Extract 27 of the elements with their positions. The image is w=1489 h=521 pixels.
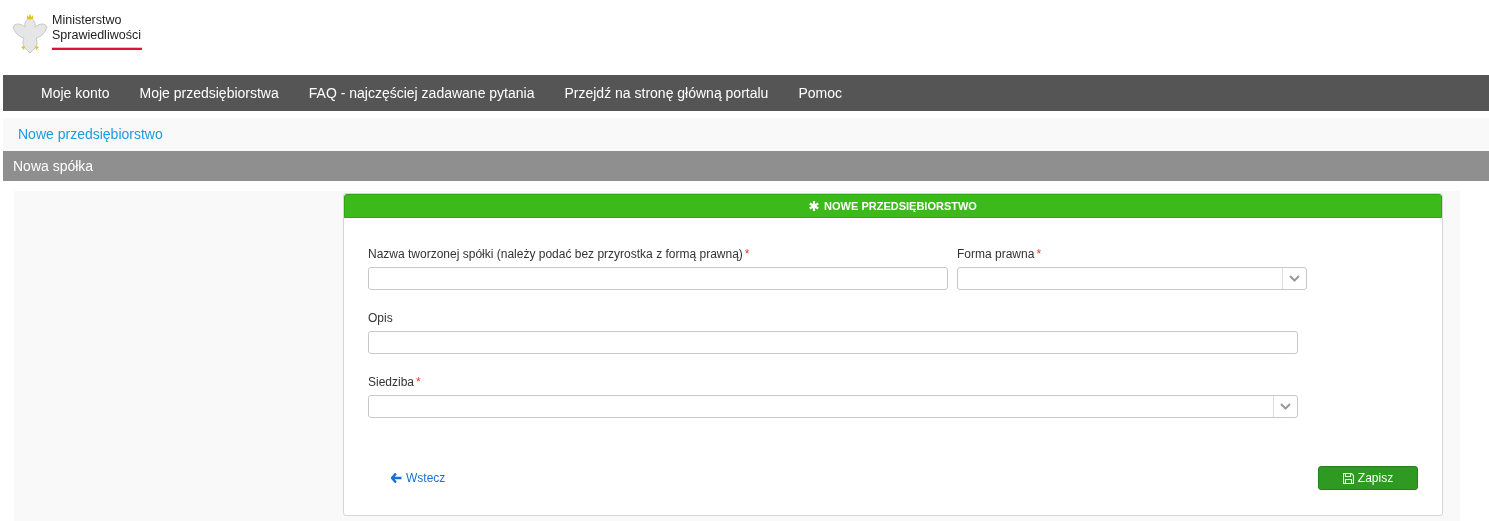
asterisk-icon xyxy=(809,201,820,211)
nav-link[interactable]: Przejdź na stronę główną portalu xyxy=(549,82,784,104)
save-button[interactable]: Zapisz xyxy=(1318,466,1418,490)
logo-text: Ministerstwo xyxy=(52,13,123,28)
required-mark: * xyxy=(744,246,750,263)
field-label: Opis xyxy=(368,310,393,327)
select-field[interactable] xyxy=(368,395,1298,418)
eagle-emblem-icon xyxy=(12,13,48,55)
chevron-down-icon xyxy=(1289,275,1300,282)
nav-link[interactable]: Moje konto xyxy=(26,82,125,104)
required-mark: * xyxy=(416,374,421,391)
nav-link[interactable]: FAQ - najczęściej zadawane pytania xyxy=(293,82,550,104)
nav-link[interactable]: Moje przedsiębiorstwa xyxy=(124,82,294,104)
required-mark: * xyxy=(1036,246,1042,263)
arrow-left-icon xyxy=(391,473,402,483)
field-label: Siedziba xyxy=(368,374,415,391)
field-label: Forma prawna xyxy=(957,246,1035,263)
input-field[interactable] xyxy=(368,267,948,290)
input-field[interactable] xyxy=(368,331,1298,354)
card-title: NOWE PRZEDSIĘBIORSTWO xyxy=(824,198,977,214)
section-title: Nowa spółka xyxy=(13,156,94,176)
select-field[interactable] xyxy=(957,267,1307,290)
field-label: Nazwa tworzonej spółki (należy podać bez przyrostka z formą prawną) xyxy=(368,246,743,263)
chevron-down-icon xyxy=(1280,403,1291,410)
nav-link[interactable]: Pomoc xyxy=(783,82,857,104)
logo-text: Sprawiedliwości xyxy=(52,28,142,43)
back-link[interactable]: Wstecz xyxy=(391,469,446,487)
